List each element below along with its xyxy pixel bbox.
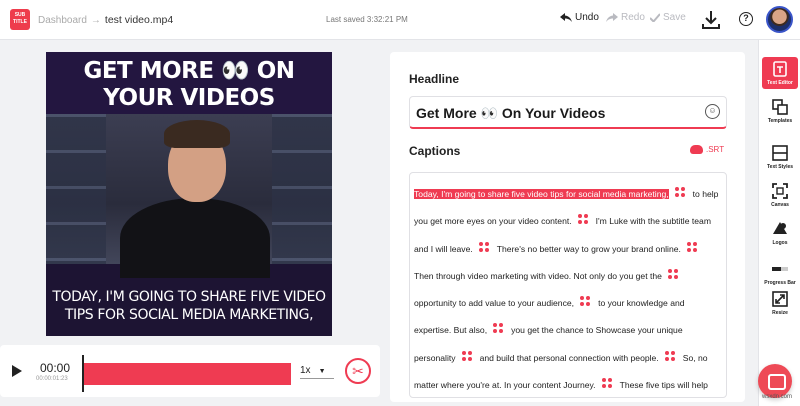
srt-label: .SRT — [706, 145, 725, 154]
chat-support-button[interactable] — [758, 364, 792, 398]
sidebar-item-canvas[interactable]: Canvas — [762, 182, 798, 208]
srt-upload-button[interactable]: .SRT — [690, 145, 724, 154]
cloud-upload-icon — [690, 145, 703, 154]
sidebar-item-label: Templates — [767, 118, 793, 124]
sidebar-item-text-editor[interactable]: Text Editor — [762, 57, 798, 89]
sidebar-item-label: Progress Bar — [764, 280, 796, 286]
save-label: Save — [663, 12, 686, 23]
segment-break-icon[interactable] — [577, 214, 590, 225]
timeline-track[interactable] — [82, 363, 291, 385]
breadcrumb-arrow-icon: → — [90, 15, 101, 26]
segment-break-icon[interactable] — [478, 241, 491, 253]
emoji-picker-icon[interactable]: ☺ — [705, 104, 720, 119]
speed-select[interactable]: 1x ▼ — [300, 365, 334, 379]
sidebar-item-label: Canvas — [771, 202, 789, 208]
last-saved-status: Last saved 3:32:21 PM — [326, 15, 408, 24]
app-logo[interactable]: SUB TITLE — [10, 9, 30, 30]
segment-break-icon[interactable] — [493, 323, 505, 334]
text-editor-panel: Headline Get More 👀 On Your Videos ☺ Cap… — [390, 52, 745, 402]
sidebar-item-resize[interactable]: Resize — [762, 290, 798, 316]
check-icon — [650, 13, 660, 22]
text-styles-icon — [772, 145, 788, 161]
caption-segment[interactable]: These five tips will help — [620, 380, 708, 390]
top-bar: SUB TITLE Dashboard → test video.mp4 Last … — [0, 0, 800, 40]
caption-segment[interactable]: There's no better way to grow your brand… — [497, 244, 681, 254]
download-icon[interactable] — [702, 10, 720, 30]
caption-segment[interactable]: Then through video marketing with video.… — [414, 271, 662, 281]
scissors-icon: ✂ — [352, 363, 364, 379]
headline-label: Headline — [409, 72, 460, 86]
sidebar-item-label: Text Styles — [766, 164, 794, 170]
segment-break-icon[interactable] — [674, 187, 687, 198]
help-icon[interactable]: ? — [739, 12, 753, 26]
video-headline-line-2: YOUR VIDEOS — [103, 85, 275, 111]
video-headline-line-1: GET MORE 👀 ON — [83, 58, 295, 84]
text-editor-icon — [773, 61, 787, 77]
video-frame-image — [46, 114, 332, 278]
speed-value: 1x — [300, 365, 311, 376]
tool-sidebar: Text Editor Templates Text Styles Canvas… — [758, 40, 800, 406]
canvas-icon — [772, 183, 788, 199]
redo-label: Redo — [621, 12, 645, 23]
segment-break-icon[interactable] — [580, 296, 592, 307]
video-preview[interactable]: GET MORE 👀 ON YOUR VIDEOS TODAY, I'M GOI… — [46, 52, 332, 336]
background-shelf — [46, 114, 106, 264]
watermark: wsxdn.com — [762, 394, 793, 400]
segment-break-icon[interactable] — [686, 241, 699, 253]
video-caption-line-2: TIPS FOR SOCIAL MEDIA MARKETING, — [64, 307, 314, 323]
logos-icon — [773, 222, 787, 234]
caption-segment[interactable]: opportunity to add value to your audienc… — [414, 298, 574, 308]
progress-bar-icon — [772, 267, 788, 271]
sidebar-item-templates[interactable]: Templates — [762, 98, 798, 124]
current-time: 00:00 — [40, 361, 71, 375]
video-headline-overlay: GET MORE 👀 ON YOUR VIDEOS — [46, 58, 332, 112]
segment-break-icon[interactable] — [601, 378, 614, 389]
segment-break-icon[interactable] — [664, 350, 677, 362]
file-name: test video.mp4 — [104, 14, 174, 26]
video-caption-overlay: TODAY, I'M GOING TO SHARE FIVE VIDEO TIP… — [46, 288, 332, 324]
avatar[interactable] — [766, 6, 793, 33]
breadcrumb: Dashboard → test video.mp4 — [38, 14, 173, 26]
captions-editor[interactable]: Today, I'm going to share five video tip… — [409, 172, 727, 398]
chevron-down-icon: ▼ — [318, 368, 326, 375]
segment-break-icon[interactable] — [667, 268, 680, 280]
caption-segment-active[interactable]: Today, I'm going to share five video tip… — [414, 189, 669, 199]
undo-icon — [560, 12, 572, 22]
sidebar-item-label: Resize — [772, 310, 788, 316]
playhead-handle[interactable] — [82, 355, 84, 392]
segment-break-icon[interactable] — [461, 350, 474, 362]
resize-icon — [772, 291, 788, 307]
background-shelf — [272, 114, 332, 264]
sidebar-item-text-styles[interactable]: Text Styles — [762, 144, 798, 170]
captions-label: Captions — [409, 144, 461, 158]
caption-segment[interactable]: and build that personal connection with … — [480, 353, 659, 363]
templates-icon — [772, 99, 788, 115]
sidebar-item-logos[interactable]: Logos — [762, 220, 798, 246]
sidebar-item-progress-bar[interactable]: Progress Bar — [762, 260, 798, 286]
breadcrumb-dashboard-link[interactable]: Dashboard — [38, 15, 87, 26]
redo-button[interactable]: Redo — [606, 12, 645, 23]
undo-label: Undo — [575, 12, 599, 23]
presenter-body — [120, 198, 270, 278]
sidebar-item-label: Text Editor — [767, 80, 793, 86]
redo-icon — [606, 12, 618, 22]
duration: 00:00:01:23 — [36, 376, 68, 382]
presenter-hair — [164, 120, 230, 148]
video-caption-line-1: TODAY, I'M GOING TO SHARE FIVE VIDEO — [52, 289, 326, 305]
sidebar-item-label: Logos — [772, 240, 788, 246]
headline-input[interactable]: Get More 👀 On Your Videos — [409, 96, 727, 129]
save-button[interactable]: Save — [650, 12, 686, 23]
play-icon[interactable] — [12, 365, 22, 377]
split-scissors-button[interactable]: ✂ — [345, 358, 371, 384]
player-controls: 00:00 00:00:01:23 1x ▼ ✂ — [0, 345, 380, 397]
undo-button[interactable]: Undo — [560, 12, 599, 23]
